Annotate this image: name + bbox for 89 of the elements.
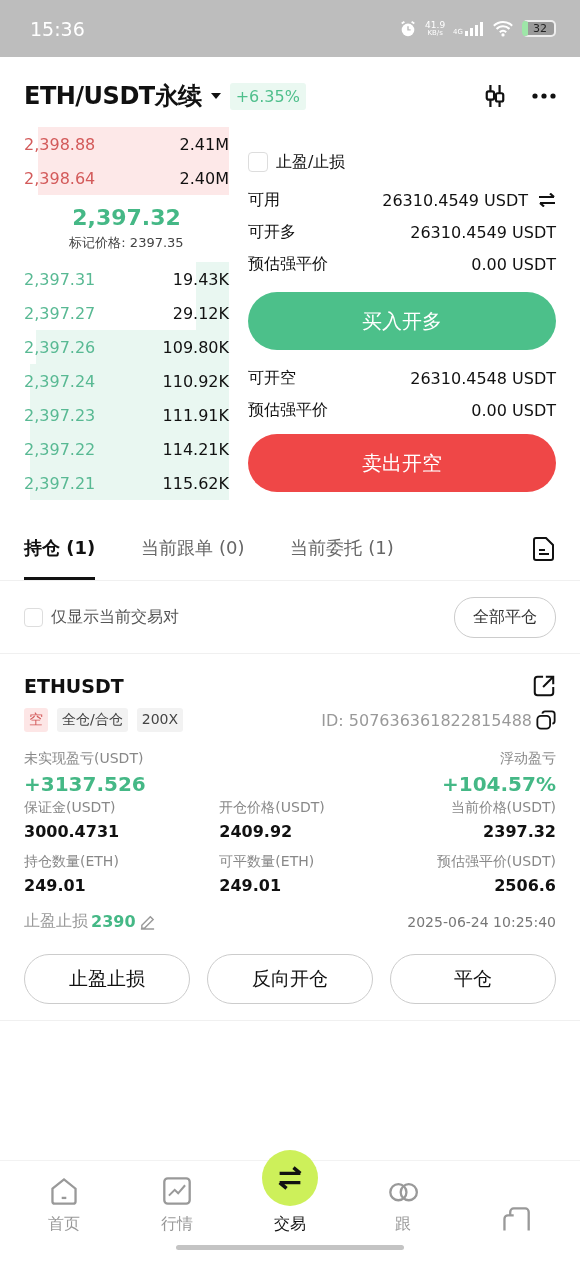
info-value: 0.00 USDT <box>471 400 556 420</box>
position-tag: 200X <box>136 708 184 732</box>
roe-value: +104.57% <box>442 772 556 796</box>
net-speed: 41.9 <box>425 20 446 30</box>
field-label: 浮动盈亏 <box>500 750 556 768</box>
info-value: 26310.4549 USDT <box>382 190 528 210</box>
order-price[interactable]: 2,397.21 <box>24 473 96 493</box>
tab[interactable]: 当前委托 (1) <box>290 518 394 580</box>
field-value: 2397.32 <box>483 822 556 841</box>
checkbox-label: 仅显示当前交易对 <box>51 606 179 628</box>
order-size: 2.41M <box>179 134 229 154</box>
order-price[interactable]: 2,397.24 <box>24 371 96 391</box>
info-label: 可开多 <box>248 221 296 243</box>
order-price[interactable]: 2,397.23 <box>24 405 96 425</box>
order-size: 109.80K <box>162 337 229 357</box>
order-size: 115.62K <box>162 473 229 493</box>
order-size: 114.21K <box>162 439 229 459</box>
share-icon[interactable] <box>532 674 556 698</box>
field-label: 预估强平价(USDT) <box>436 853 556 871</box>
battery-level: 32 <box>522 20 556 37</box>
info-label: 预估强平价 <box>248 253 328 275</box>
field-label: 当前价格(USDT) <box>450 799 556 817</box>
sell-short-button[interactable]: 卖出开空 <box>248 434 556 492</box>
chart-icon[interactable] <box>162 1176 193 1206</box>
info-label: 可开空 <box>248 367 296 389</box>
position-symbol: ETHUSDT <box>24 675 124 697</box>
info-label: 预估强平价 <box>248 399 328 421</box>
tab[interactable]: 持仓 (1) <box>24 518 96 580</box>
nav-label[interactable]: 跟 <box>394 1214 411 1235</box>
field-value: 249.01 <box>219 876 283 895</box>
order-size: 111.91K <box>162 405 229 425</box>
field-label: 可平数量(ETH) <box>219 853 316 871</box>
pair-title[interactable]: ETH/USDT永续 <box>24 80 202 112</box>
info-value: 0.00 USDT <box>471 254 556 274</box>
close-all-button[interactable]: 全部平仓 <box>454 596 556 638</box>
change-badge: +6.35% <box>229 82 306 110</box>
field-value: 2506.6 <box>494 876 556 895</box>
field-label: 开仓价格(USDT) <box>219 799 326 817</box>
position-tag: 空 <box>24 708 48 732</box>
order-price[interactable]: 2,398.64 <box>24 168 96 188</box>
home-icon[interactable] <box>49 1176 80 1206</box>
tp-sl-value: 2390 <box>91 912 136 931</box>
field-value: 249.01 <box>24 876 87 895</box>
open-time: 2025-06-24 10:25:40 <box>407 913 556 930</box>
field-label: 保证金(USDT) <box>24 799 117 817</box>
info-value: 26310.4548 USDT <box>410 368 556 388</box>
nav-label[interactable]: 交易 <box>274 1214 306 1235</box>
checkbox-label: 止盈/止损 <box>276 151 346 173</box>
position-id: ID: 507636361822815488 <box>321 710 532 730</box>
position-tag: 全仓/合仓 <box>57 708 128 732</box>
wifi-icon <box>492 20 514 37</box>
edit-icon[interactable] <box>138 913 156 930</box>
last-price: 2,397.32 <box>72 205 181 230</box>
buy-long-button[interactable]: 买入开多 <box>248 292 556 350</box>
order-price[interactable]: 2,397.27 <box>24 303 96 323</box>
action-button[interactable]: 反向开仓 <box>207 954 373 1004</box>
order-price[interactable]: 2,398.88 <box>24 134 96 154</box>
signal-icon <box>464 21 484 36</box>
tab[interactable]: 当前跟单 (0) <box>141 518 245 580</box>
candlestick-icon[interactable] <box>484 84 506 108</box>
clock-time: 15:36 <box>30 17 85 40</box>
dropdown-caret-icon[interactable] <box>210 93 221 99</box>
transfer-icon[interactable] <box>538 193 556 207</box>
pnl-value: +3137.526 <box>24 772 146 796</box>
trade-nav-button[interactable] <box>262 1150 318 1206</box>
field-value: 3000.4731 <box>24 822 121 841</box>
more-icon[interactable] <box>532 93 556 99</box>
nav-label[interactable]: 行情 <box>161 1214 194 1235</box>
action-button[interactable]: 平仓 <box>390 954 556 1004</box>
document-icon[interactable] <box>532 536 556 562</box>
field-label: 未实现盈亏(USDT) <box>24 750 145 768</box>
order-size: 19.43K <box>172 269 229 289</box>
field-value: 2409.92 <box>219 822 294 841</box>
checkbox[interactable] <box>248 152 268 172</box>
order-price[interactable]: 2,397.26 <box>24 337 96 357</box>
field-label: 持仓数量(ETH) <box>24 853 120 871</box>
action-button[interactable]: 止盈止损 <box>24 954 190 1004</box>
order-price[interactable]: 2,397.31 <box>24 269 96 289</box>
order-size: 110.92K <box>162 371 229 391</box>
order-size: 2.40M <box>179 168 229 188</box>
tp-sl-label: 止盈止损 <box>24 911 88 932</box>
order-price[interactable]: 2,397.22 <box>24 439 96 459</box>
info-label: 可用 <box>248 189 280 211</box>
nav-label[interactable]: 首页 <box>48 1214 81 1235</box>
copy-icon[interactable] <box>536 710 556 730</box>
order-size: 29.12K <box>172 303 229 323</box>
checkbox[interactable] <box>24 607 43 627</box>
mark-price: 标记价格: 2397.35 <box>69 234 184 252</box>
info-value: 26310.4549 USDT <box>410 222 556 242</box>
